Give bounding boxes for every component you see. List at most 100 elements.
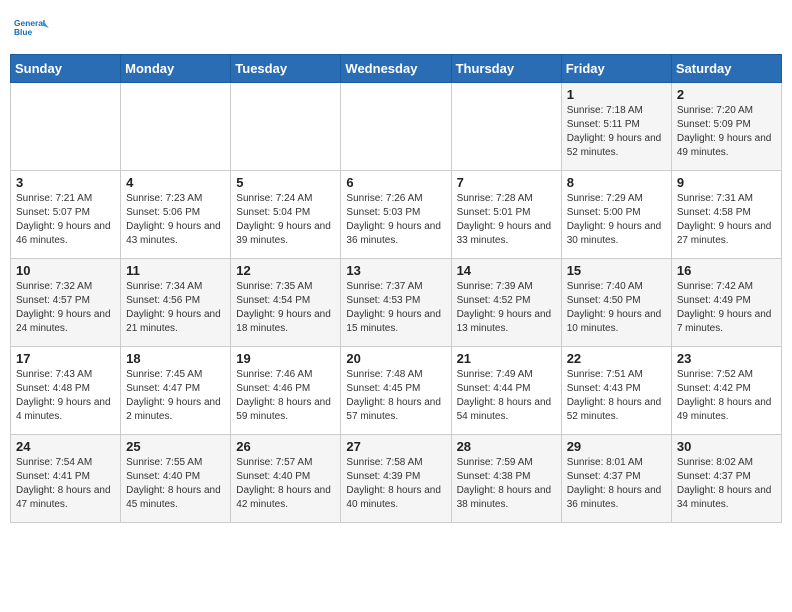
day-number: 8 [567,175,666,190]
calendar-cell: 15 Sunrise: 7:40 AM Sunset: 4:50 PM Dayli… [561,259,671,347]
day-number: 23 [677,351,776,366]
day-number: 30 [677,439,776,454]
calendar-cell: 1 Sunrise: 7:18 AM Sunset: 5:11 PM Daylig… [561,83,671,171]
day-info: Sunrise: 7:39 AM Sunset: 4:52 PM Dayligh… [457,280,556,336]
calendar-cell: 9 Sunrise: 7:31 AM Sunset: 4:58 PM Daylig… [671,171,781,259]
day-info: Sunrise: 7:55 AM Sunset: 4:40 PM Dayligh… [126,456,225,512]
calendar-cell: 24 Sunrise: 7:54 AM Sunset: 4:41 PM Dayli… [11,435,121,523]
logo-svg: General Blue [14,10,50,46]
calendar-cell: 27 Sunrise: 7:58 AM Sunset: 4:39 PM Dayli… [341,435,451,523]
day-number: 22 [567,351,666,366]
day-number: 21 [457,351,556,366]
weekday-header-monday: Monday [121,55,231,83]
calendar-cell: 29 Sunrise: 8:01 AM Sunset: 4:37 PM Dayli… [561,435,671,523]
day-info: Sunrise: 7:59 AM Sunset: 4:38 PM Dayligh… [457,456,556,512]
day-number: 28 [457,439,556,454]
day-info: Sunrise: 7:24 AM Sunset: 5:04 PM Dayligh… [236,192,335,248]
day-info: Sunrise: 7:28 AM Sunset: 5:01 PM Dayligh… [457,192,556,248]
calendar-cell: 3 Sunrise: 7:21 AM Sunset: 5:07 PM Daylig… [11,171,121,259]
calendar-cell: 21Sunrise: 7:49 AM Sunset: 4:44 PM Dayli… [451,347,561,435]
week-row-3: 10 Sunrise: 7:32 AM Sunset: 4:57 PM Dayli… [11,259,782,347]
calendar-cell: 11Sunrise: 7:34 AM Sunset: 4:56 PM Dayli… [121,259,231,347]
day-number: 14 [457,263,556,278]
day-number: 12 [236,263,335,278]
day-info: Sunrise: 7:43 AM Sunset: 4:48 PM Dayligh… [16,368,115,424]
day-info: Sunrise: 7:54 AM Sunset: 4:41 PM Dayligh… [16,456,115,512]
day-number: 2 [677,87,776,102]
day-info: Sunrise: 7:37 AM Sunset: 4:53 PM Dayligh… [346,280,445,336]
day-number: 29 [567,439,666,454]
calendar-cell: 25 Sunrise: 7:55 AM Sunset: 4:40 PM Dayli… [121,435,231,523]
day-info: Sunrise: 7:48 AM Sunset: 4:45 PM Dayligh… [346,368,445,424]
day-number: 24 [16,439,115,454]
weekday-header-wednesday: Wednesday [341,55,451,83]
calendar-cell: 23 Sunrise: 7:52 AM Sunset: 4:42 PM Dayli… [671,347,781,435]
calendar-cell: 5Sunrise: 7:24 AM Sunset: 5:04 PM Daylig… [231,171,341,259]
day-number: 11 [126,263,225,278]
calendar-cell: 12 Sunrise: 7:35 AM Sunset: 4:54 PM Dayli… [231,259,341,347]
logo: General Blue [14,10,50,46]
day-info: Sunrise: 7:51 AM Sunset: 4:43 PM Dayligh… [567,368,666,424]
day-info: Sunrise: 8:01 AM Sunset: 4:37 PM Dayligh… [567,456,666,512]
calendar-cell: 18 Sunrise: 7:45 AM Sunset: 4:47 PM Dayli… [121,347,231,435]
calendar-cell: 14 Sunrise: 7:39 AM Sunset: 4:52 PM Dayli… [451,259,561,347]
calendar-cell: 28 Sunrise: 7:59 AM Sunset: 4:38 PM Dayli… [451,435,561,523]
week-row-4: 17 Sunrise: 7:43 AM Sunset: 4:48 PM Dayli… [11,347,782,435]
day-number: 18 [126,351,225,366]
day-number: 10 [16,263,115,278]
calendar-cell: 16 Sunrise: 7:42 AM Sunset: 4:49 PM Dayli… [671,259,781,347]
weekday-header-friday: Friday [561,55,671,83]
calendar-cell: 4 Sunrise: 7:23 AM Sunset: 5:06 PM Daylig… [121,171,231,259]
day-info: Sunrise: 7:58 AM Sunset: 4:39 PM Dayligh… [346,456,445,512]
week-row-5: 24 Sunrise: 7:54 AM Sunset: 4:41 PM Dayli… [11,435,782,523]
day-number: 4 [126,175,225,190]
day-info: Sunrise: 7:32 AM Sunset: 4:57 PM Dayligh… [16,280,115,336]
calendar-cell: 19Sunrise: 7:46 AM Sunset: 4:46 PM Dayli… [231,347,341,435]
day-number: 16 [677,263,776,278]
day-number: 9 [677,175,776,190]
weekday-header-saturday: Saturday [671,55,781,83]
day-info: Sunrise: 7:35 AM Sunset: 4:54 PM Dayligh… [236,280,335,336]
calendar-cell [341,83,451,171]
day-info: Sunrise: 7:21 AM Sunset: 5:07 PM Dayligh… [16,192,115,248]
day-info: Sunrise: 7:18 AM Sunset: 5:11 PM Dayligh… [567,104,666,160]
day-number: 27 [346,439,445,454]
calendar-cell: 22 Sunrise: 7:51 AM Sunset: 4:43 PM Dayli… [561,347,671,435]
day-info: Sunrise: 7:52 AM Sunset: 4:42 PM Dayligh… [677,368,776,424]
day-number: 1 [567,87,666,102]
calendar-cell: 7 Sunrise: 7:28 AM Sunset: 5:01 PM Daylig… [451,171,561,259]
day-number: 19 [236,351,335,366]
calendar-cell: 10 Sunrise: 7:32 AM Sunset: 4:57 PM Dayli… [11,259,121,347]
day-number: 17 [16,351,115,366]
day-info: Sunrise: 7:45 AM Sunset: 4:47 PM Dayligh… [126,368,225,424]
day-number: 6 [346,175,445,190]
day-info: Sunrise: 8:02 AM Sunset: 4:37 PM Dayligh… [677,456,776,512]
day-number: 20 [346,351,445,366]
day-number: 3 [16,175,115,190]
day-info: Sunrise: 7:29 AM Sunset: 5:00 PM Dayligh… [567,192,666,248]
calendar-cell: 26Sunrise: 7:57 AM Sunset: 4:40 PM Dayli… [231,435,341,523]
calendar-cell [451,83,561,171]
week-row-1: 1 Sunrise: 7:18 AM Sunset: 5:11 PM Daylig… [11,83,782,171]
day-info: Sunrise: 7:23 AM Sunset: 5:06 PM Dayligh… [126,192,225,248]
weekday-header-tuesday: Tuesday [231,55,341,83]
day-info: Sunrise: 7:26 AM Sunset: 5:03 PM Dayligh… [346,192,445,248]
day-number: 25 [126,439,225,454]
calendar-cell [11,83,121,171]
day-number: 7 [457,175,556,190]
calendar-cell: 17 Sunrise: 7:43 AM Sunset: 4:48 PM Dayli… [11,347,121,435]
calendar-cell: 6 Sunrise: 7:26 AM Sunset: 5:03 PM Daylig… [341,171,451,259]
weekday-header-thursday: Thursday [451,55,561,83]
svg-text:Blue: Blue [14,27,33,37]
day-number: 15 [567,263,666,278]
weekday-header-row: SundayMondayTuesdayWednesdayThursdayFrid… [11,55,782,83]
calendar-cell [121,83,231,171]
calendar-cell [231,83,341,171]
day-info: Sunrise: 7:40 AM Sunset: 4:50 PM Dayligh… [567,280,666,336]
day-info: Sunrise: 7:42 AM Sunset: 4:49 PM Dayligh… [677,280,776,336]
week-row-2: 3 Sunrise: 7:21 AM Sunset: 5:07 PM Daylig… [11,171,782,259]
day-info: Sunrise: 7:31 AM Sunset: 4:58 PM Dayligh… [677,192,776,248]
calendar-cell: 13 Sunrise: 7:37 AM Sunset: 4:53 PM Dayli… [341,259,451,347]
day-number: 13 [346,263,445,278]
calendar-cell: 20 Sunrise: 7:48 AM Sunset: 4:45 PM Dayli… [341,347,451,435]
